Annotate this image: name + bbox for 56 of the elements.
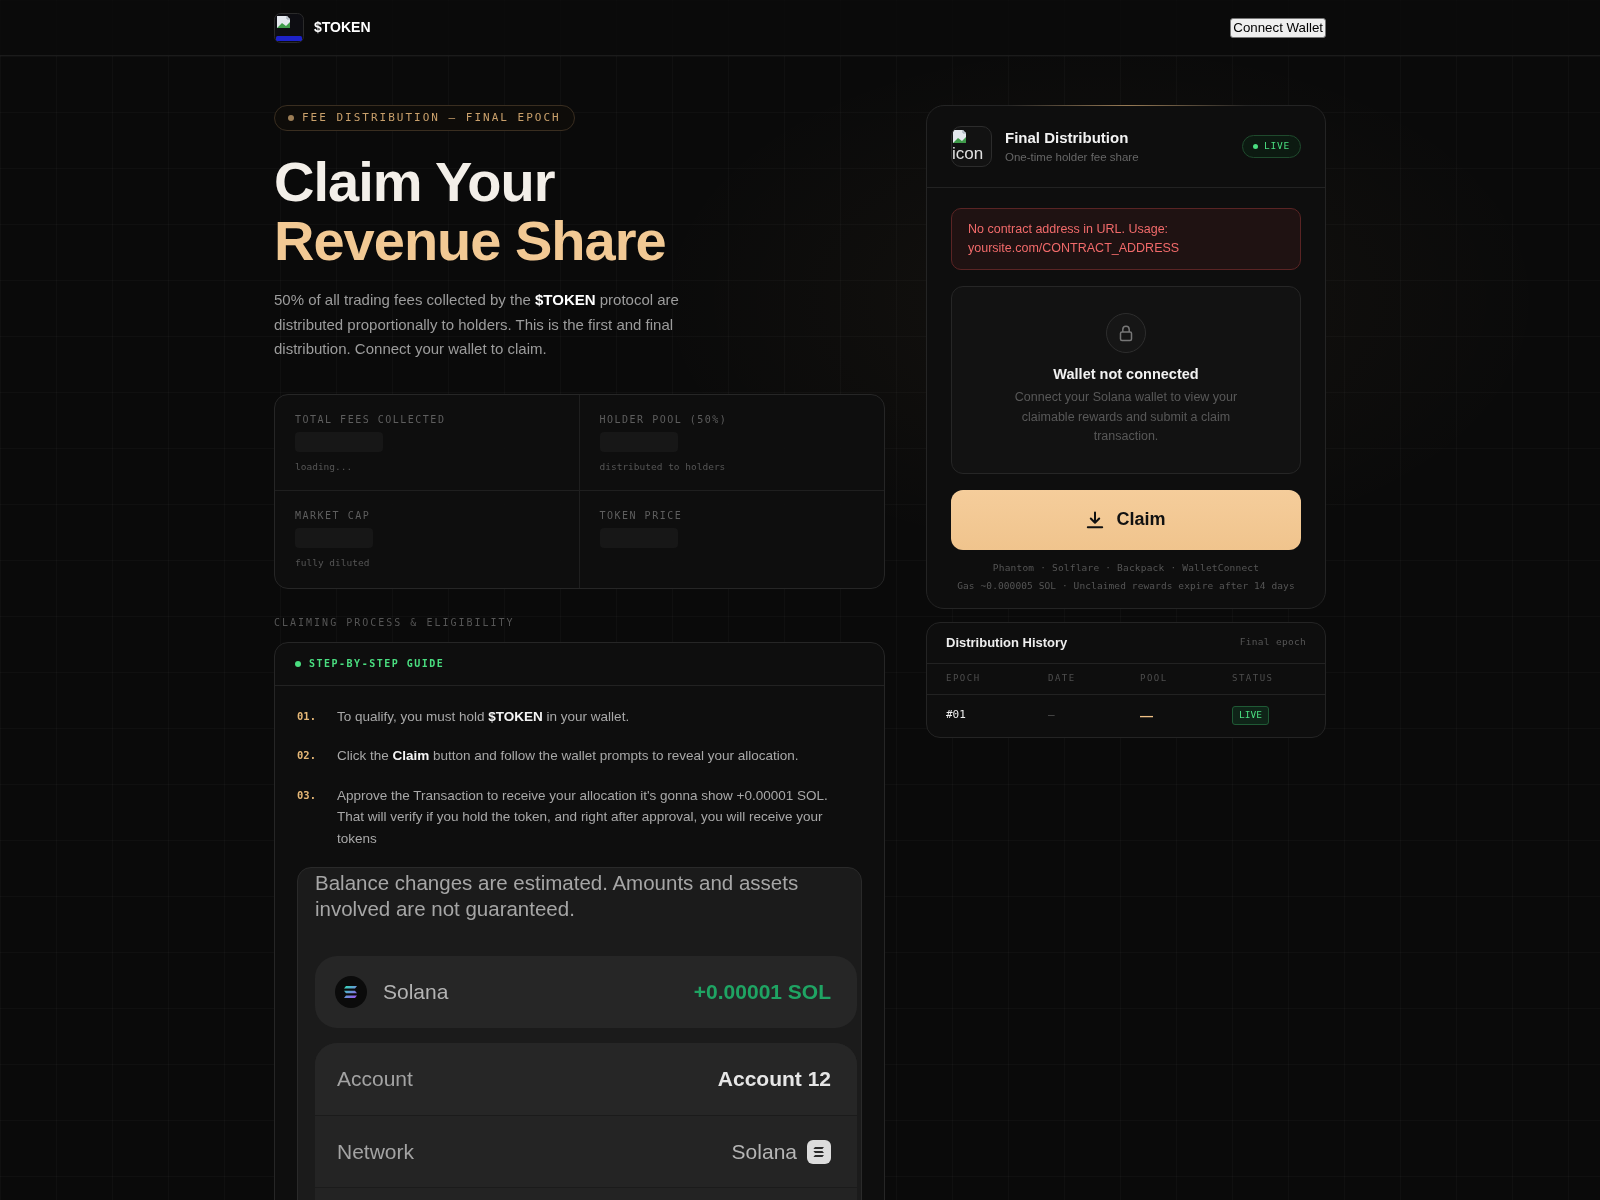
step-number: 01. bbox=[297, 708, 317, 724]
asset-name: Solana bbox=[383, 979, 449, 1006]
table-cell-text: #01 bbox=[946, 707, 967, 724]
wallet-status-title: Wallet not connected bbox=[1053, 365, 1199, 383]
stat-note: loading... bbox=[295, 460, 353, 473]
broken-image-icon bbox=[274, 12, 304, 43]
status-dot-icon bbox=[1252, 144, 1258, 149]
asset-amount: +0.00001 SOL bbox=[693, 979, 831, 1006]
history-note: Final epoch bbox=[1239, 635, 1306, 650]
wallet-status-text: Connect your Solana wallet to view your claimable rewards and submit a claim transaction. bbox=[1013, 389, 1239, 445]
download-icon bbox=[1086, 510, 1105, 529]
detail-label: Account bbox=[337, 1066, 413, 1093]
stat-label: TOTAL FEES COLLECTED bbox=[295, 413, 446, 426]
badge-label: FEE DISTRIBUTION — FINAL EPOCH bbox=[302, 109, 561, 126]
column-header: DATE bbox=[1048, 671, 1077, 685]
stat-label: MARKET CAP bbox=[295, 510, 371, 522]
table-cell-text: — bbox=[1048, 707, 1056, 724]
status-badge: LIVE bbox=[1232, 706, 1269, 725]
supported-wallets: Phantom · Solflare · Backpack · WalletConnect bbox=[992, 560, 1260, 574]
detail-value: Account 12 bbox=[717, 1066, 831, 1093]
error-alert: No contract address in URL. Usage: yoursite.com/CONTRACT_ADDRESS bbox=[951, 208, 1301, 270]
status-dot-icon bbox=[288, 115, 294, 121]
card-subtitle: One-time holder fee share bbox=[1005, 150, 1139, 164]
balance-notice: Balance changes are estimated. Amounts and assets involved are not guaranteed. bbox=[314, 870, 800, 922]
detail-value: Solana bbox=[731, 1138, 797, 1165]
claim-button[interactable]: Claim bbox=[951, 489, 1301, 550]
section-label: CLAIMING PROCESS & ELIGIBILITY bbox=[274, 616, 515, 629]
history-title: Distribution History bbox=[946, 633, 1068, 652]
stat-label: HOLDER POOL (50%) bbox=[599, 413, 728, 426]
alt-text: icon bbox=[952, 145, 984, 163]
connect-wallet-button[interactable]: Connect Wallet bbox=[1230, 17, 1326, 38]
step-text: To qualify, you must hold $TOKEN in your wallet. bbox=[337, 707, 631, 726]
step-number: 02. bbox=[297, 748, 317, 763]
hero-heading: Claim Your Revenue Share bbox=[274, 152, 666, 270]
column-header: POOL bbox=[1140, 671, 1169, 685]
step-number: 03. bbox=[297, 787, 317, 803]
stat-note: fully diluted bbox=[295, 557, 370, 569]
claim-footnote: Gas ~0.000005 SOL · Unclaimed rewards expire after 14 days bbox=[957, 578, 1295, 592]
column-header: EPOCH bbox=[946, 671, 982, 685]
stat-label: TOKEN PRICE bbox=[599, 510, 683, 522]
card-title: Final Distribution bbox=[1005, 129, 1130, 147]
broken-image-icon bbox=[952, 129, 968, 145]
coin-logo-icon bbox=[335, 976, 367, 1008]
stat-note: distributed to holders bbox=[599, 460, 726, 473]
badge-label: LIVE bbox=[1263, 139, 1290, 154]
status-dot-icon bbox=[295, 660, 301, 667]
network-logo-icon bbox=[807, 1139, 831, 1164]
step-text: Click the Claim button and follow the wallet prompts to reveal your allocation. bbox=[337, 747, 800, 765]
table-cell-text: — bbox=[1140, 706, 1154, 725]
lock-icon bbox=[1106, 313, 1146, 353]
guide-title: STEP-BY-STEP GUIDE bbox=[309, 657, 445, 671]
column-header: STATUS bbox=[1232, 671, 1275, 685]
hero-description: 50% of all trading fees collected by the $TOKEN protocol are distributed proportionally to holders. This is the first and final distribution. Connect your wallet to claim. bbox=[274, 290, 680, 359]
brand-name: $TOKEN bbox=[314, 18, 371, 37]
detail-label: Network bbox=[337, 1138, 415, 1165]
step-text: Approve the Transaction to receive your allocation it's gonna show +0.00001 SOL. That will verify if you hold the token, and right after approval, you will receive your tokens bbox=[337, 786, 829, 848]
